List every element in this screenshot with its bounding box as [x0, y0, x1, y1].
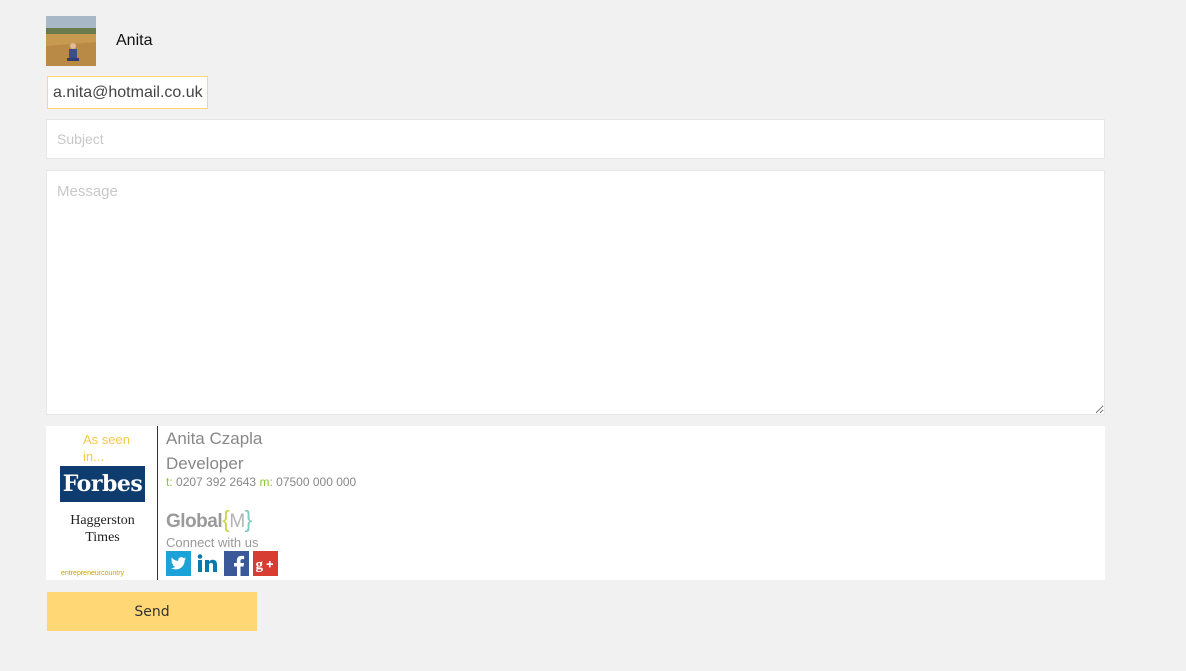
haggerston-times-logo: Haggerston Times [70, 513, 135, 545]
sender-name: Anita [116, 32, 153, 49]
email-signature: As seen in... Forbes Haggerston Times en… [46, 426, 1105, 580]
send-button[interactable]: Send [47, 592, 257, 631]
subject-input[interactable] [46, 119, 1105, 159]
mobile-number: 07500 000 000 [276, 475, 357, 489]
logo-brace-close: } [244, 506, 253, 532]
signature-phones: t: 0207 392 2643 m: 07500 000 000 [166, 475, 356, 489]
forbes-logo: Forbes [60, 466, 145, 502]
signature-title: Developer [166, 454, 244, 473]
svg-text:g: g [256, 557, 264, 573]
twitter-icon[interactable] [166, 551, 191, 576]
connect-label: Connect with us [166, 535, 259, 550]
global-m-logo: Global{M} [166, 506, 253, 532]
signature-name: Anita Czapla [166, 429, 263, 448]
logo-letter: M [229, 511, 245, 532]
facebook-icon[interactable] [224, 551, 249, 576]
press-logos: As seen in... Forbes Haggerston Times en… [46, 426, 158, 580]
as-seen-in-label: As seen in... [83, 432, 130, 464]
phone-label: t: [166, 475, 173, 489]
message-textarea[interactable] [46, 170, 1105, 415]
logo-word: Global [166, 511, 223, 532]
social-links: g [166, 551, 278, 576]
recipient-email[interactable]: a.nita@hotmail.co.uk [47, 76, 208, 109]
entrepreneur-country-text: entrepreneurcountry [61, 570, 125, 577]
google-plus-icon[interactable]: g [253, 551, 278, 576]
entrepreneur-country-logo: entrepreneurcountry [61, 562, 146, 577]
avatar [46, 16, 96, 66]
phone-number: 0207 392 2643 [176, 475, 257, 489]
linkedin-icon[interactable] [195, 551, 220, 576]
mobile-label: m: [259, 475, 273, 489]
